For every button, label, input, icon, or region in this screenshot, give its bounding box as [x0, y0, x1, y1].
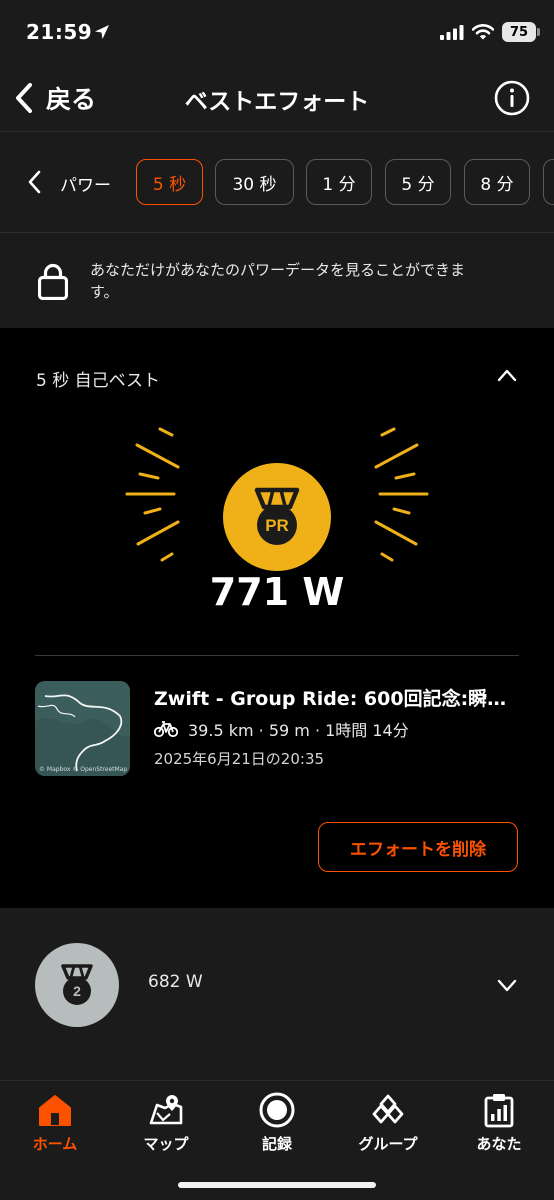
- second-best-value: 682 W: [148, 972, 203, 992]
- delete-effort-label: エフォートを削除: [350, 839, 486, 860]
- info-icon[interactable]: [492, 78, 532, 118]
- chip-label: 8 分: [480, 174, 514, 195]
- location-arrow-icon: [95, 25, 109, 39]
- duration-chip-30s[interactable]: 30 秒: [215, 159, 294, 205]
- metric-label: パワー: [60, 176, 111, 196]
- tab-home[interactable]: ホーム: [0, 1091, 110, 1157]
- pr-medal: PR: [223, 463, 331, 571]
- second-best-row[interactable]: 2 682 W: [0, 908, 554, 1080]
- chip-label: 30 秒: [232, 174, 277, 195]
- duration-chip-1m[interactable]: 1 分: [306, 159, 372, 205]
- you-icon: [484, 1094, 514, 1128]
- map-attribution: © Mapbox © OpenStreetMap: [39, 766, 128, 773]
- privacy-text: あなただけがあなたのパワーデータを見ることができます。: [90, 261, 466, 301]
- record-icon: [259, 1092, 295, 1128]
- activity-title[interactable]: Zwift - Group Ride: 600回記念:瞬…: [154, 684, 520, 711]
- duration-chip-5m[interactable]: 5 分: [385, 159, 451, 205]
- tab-label: 記録: [261, 1135, 292, 1153]
- delete-effort-button[interactable]: エフォートを削除: [318, 822, 518, 872]
- home-indicator[interactable]: [178, 1182, 376, 1188]
- personal-best-value: 771 W: [209, 570, 345, 614]
- navigation-bar: 戻る ベストエフォート: [0, 66, 554, 132]
- activity-map-thumbnail[interactable]: © Mapbox © OpenStreetMap: [35, 681, 130, 776]
- bike-icon: [154, 721, 178, 738]
- tab-label: マップ: [143, 1135, 189, 1153]
- activity-stats-text: 39.5 km · 59 m · 1時間 14分: [188, 721, 409, 740]
- tab-label: ホーム: [32, 1135, 78, 1153]
- activity-date: 2025年6月21日の20:35: [154, 750, 325, 768]
- route-map: [35, 681, 130, 776]
- divider: [35, 655, 519, 656]
- tab-record[interactable]: 記録: [222, 1091, 332, 1157]
- tab-maps[interactable]: マップ: [111, 1091, 221, 1157]
- chevron-down-icon[interactable]: [496, 976, 518, 994]
- bottom-tab-bar: ホーム マップ 記録 グループ あなた: [0, 1080, 554, 1200]
- groups-icon: [372, 1094, 404, 1124]
- rank-number: 2: [73, 983, 81, 999]
- privacy-notice: あなただけがあなたのパワーデータを見ることができます。: [0, 234, 554, 328]
- pr-medal-icon: PR: [254, 487, 300, 545]
- chip-label: 1 分: [322, 174, 356, 195]
- page-title: ベストエフォート: [184, 89, 370, 115]
- lock-icon: [38, 263, 68, 300]
- rank-medal-icon: 2: [61, 964, 93, 1005]
- status-bar: 21:59 75: [0, 0, 554, 66]
- chip-label: 5 分: [401, 174, 435, 195]
- personal-best-card: 5 秒 自己ベスト PR 771 W © Mapbox © OpenStreet…: [0, 328, 554, 908]
- home-icon: [39, 1095, 71, 1126]
- battery-level: 75: [509, 24, 529, 40]
- map-icon: [149, 1095, 183, 1125]
- duration-chip-next[interactable]: [543, 159, 554, 205]
- duration-filter-bar: パワー 5 秒 30 秒 1 分 5 分 8 分: [0, 133, 554, 233]
- duration-chip-5s[interactable]: 5 秒: [136, 159, 203, 205]
- duration-chip-8m[interactable]: 8 分: [464, 159, 530, 205]
- chip-label: 5 秒: [152, 174, 187, 195]
- chevron-left-icon[interactable]: [24, 169, 46, 195]
- battery-indicator: 75: [502, 22, 540, 42]
- tab-you[interactable]: あなた: [444, 1091, 554, 1157]
- tab-label: あなた: [476, 1135, 522, 1153]
- pr-medal-text: PR: [265, 516, 289, 535]
- rank-2-medal: 2: [35, 943, 119, 1027]
- tab-label: グループ: [358, 1135, 418, 1153]
- status-time: 21:59: [26, 20, 93, 44]
- wifi-icon: [472, 24, 494, 40]
- tab-groups[interactable]: グループ: [333, 1091, 443, 1157]
- status-indicators: 75: [440, 22, 540, 42]
- cellular-signal-icon: [440, 25, 464, 40]
- activity-stats: 39.5 km · 59 m · 1時間 14分: [154, 717, 409, 741]
